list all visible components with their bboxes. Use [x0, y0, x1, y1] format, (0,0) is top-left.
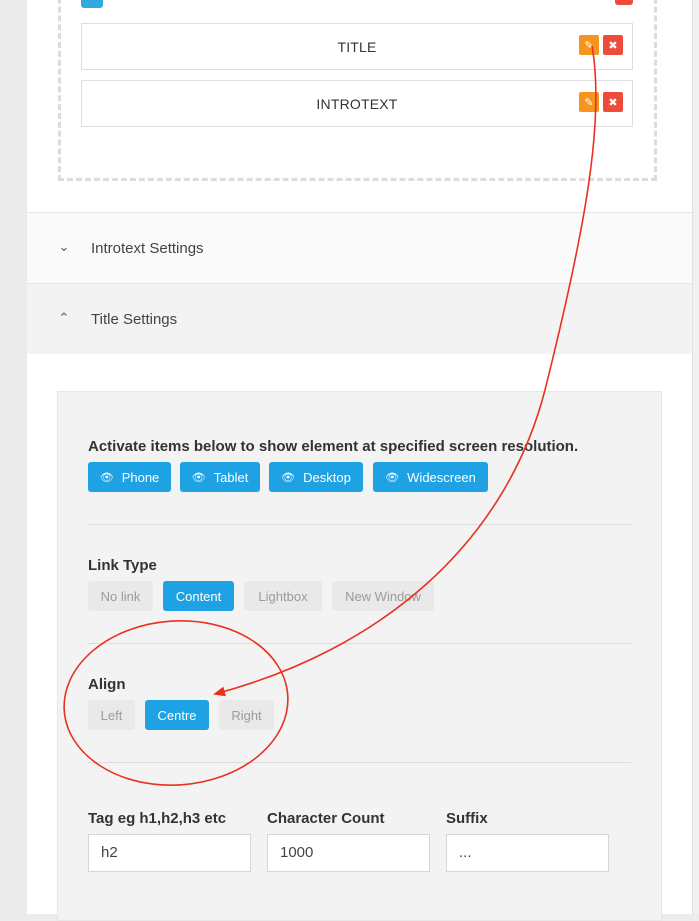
align-centre-button[interactable]: Centre: [145, 700, 209, 730]
eye-icon: 👁: [191, 471, 206, 484]
suffix-input[interactable]: ...: [446, 834, 609, 872]
partial-delete-button[interactable]: [615, 0, 633, 5]
link-type-heading: Link Type: [88, 557, 157, 574]
tag-label: Tag eg h1,h2,h3 etc: [88, 810, 227, 827]
align-heading: Align: [88, 676, 126, 693]
accordion-label: Introtext Settings: [91, 240, 204, 257]
device-widescreen-button[interactable]: 👁 Widescreen: [373, 462, 488, 492]
accordion-title-settings[interactable]: ⌃ Title Settings: [27, 283, 692, 354]
device-phone-button[interactable]: 👁 Phone: [88, 462, 171, 492]
delete-x-icon[interactable]: ✖: [603, 35, 623, 55]
visibility-heading: Activate items below to show element at …: [88, 438, 579, 455]
align-left-button[interactable]: Left: [88, 700, 135, 730]
link-type-no-link[interactable]: No link: [88, 581, 153, 611]
left-gutter: [0, 0, 27, 914]
accordion-introtext-settings[interactable]: ⌄ Introtext Settings: [27, 212, 692, 283]
link-type-content[interactable]: Content: [163, 581, 234, 611]
device-desktop-button[interactable]: 👁 Desktop: [269, 462, 363, 492]
character-count-input[interactable]: 1000: [267, 834, 430, 872]
tag-input[interactable]: h2: [88, 834, 251, 872]
scrollbar-track[interactable]: [692, 0, 699, 914]
title-settings-body: Activate items below to show element at …: [57, 391, 662, 921]
element-item-introtext[interactable]: INTROTEXT ✎ ✖: [81, 80, 633, 127]
eye-icon: 👁: [385, 471, 400, 484]
delete-x-icon[interactable]: ✖: [603, 92, 623, 112]
edit-pencil-icon[interactable]: ✎: [579, 92, 599, 112]
link-type-lightbox[interactable]: Lightbox: [244, 581, 322, 611]
align-right-button[interactable]: Right: [219, 700, 274, 730]
character-count-label: Character Count: [267, 810, 385, 827]
edit-pencil-icon[interactable]: ✎: [579, 35, 599, 55]
element-label: TITLE: [337, 39, 377, 55]
partial-add-button[interactable]: [81, 0, 103, 8]
link-type-new-window[interactable]: New Window: [332, 581, 434, 611]
chevron-up-icon: ⌃: [58, 310, 70, 325]
eye-icon: 👁: [99, 471, 114, 484]
section-divider: [88, 524, 631, 525]
eye-icon: 👁: [281, 471, 296, 484]
settings-panel: TITLE ✎ ✖ INTROTEXT ✎ ✖ ⌄ Introtext Sett…: [27, 0, 692, 921]
device-tablet-button[interactable]: 👁 Tablet: [180, 462, 260, 492]
chevron-down-icon: ⌄: [58, 239, 70, 254]
accordion-label: Title Settings: [91, 311, 178, 328]
suffix-label: Suffix: [446, 810, 488, 827]
section-divider: [88, 762, 631, 763]
section-divider: [88, 643, 631, 644]
element-label: INTROTEXT: [316, 96, 398, 112]
element-item-title[interactable]: TITLE ✎ ✖: [81, 23, 633, 70]
